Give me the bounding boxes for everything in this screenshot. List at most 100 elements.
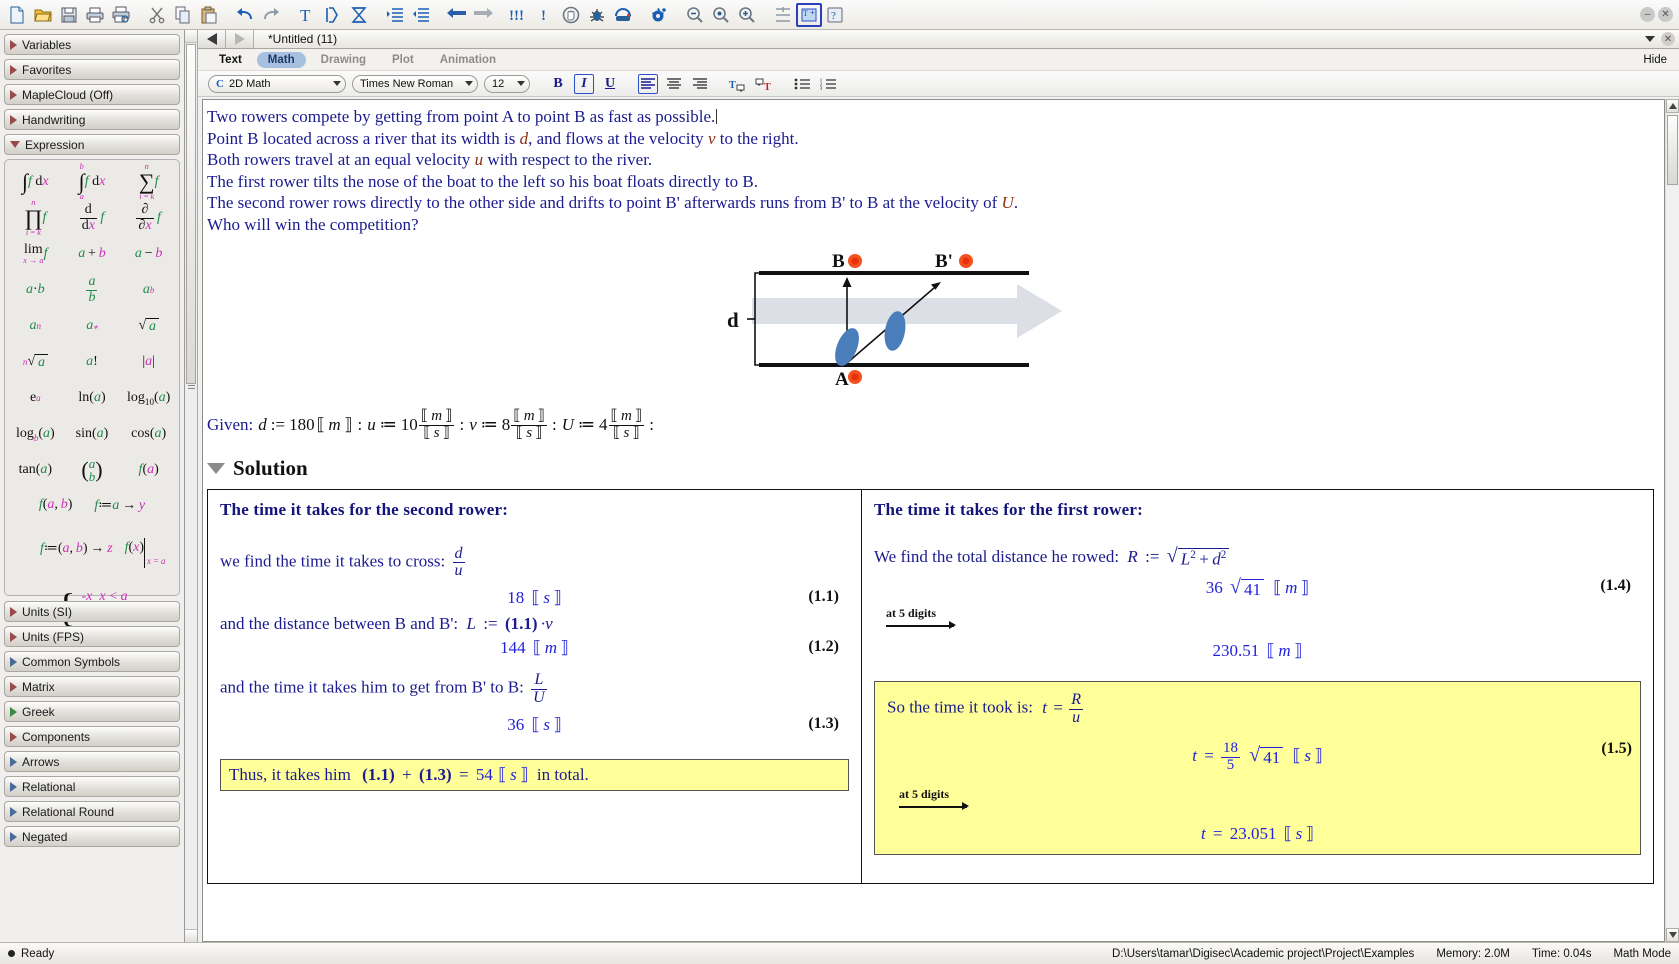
subscript-button[interactable]: T [754,74,774,94]
tab-animation[interactable]: Animation [429,52,507,68]
font-size-dropdown[interactable]: 12 [484,74,530,93]
minimize-button[interactable]: – [1640,7,1655,22]
palette-item-addition[interactable]: a + b [64,236,121,272]
table-icon[interactable] [770,2,796,28]
zoom-in-icon[interactable] [734,2,760,28]
align-left-button[interactable] [638,73,658,94]
section-collapse-triangle-icon[interactable] [207,462,225,474]
execute-all-icon[interactable]: !!! [506,2,532,28]
palette-section-matrix[interactable]: Matrix [4,676,180,697]
zoom-reset-icon[interactable] [708,2,734,28]
tab-forward-button[interactable] [226,30,254,48]
cut-scissors-icon[interactable] [144,2,170,28]
close-tab-icon[interactable]: ✕ [1661,32,1675,46]
palette-item-subscript[interactable]: an [7,308,64,344]
paste-icon[interactable] [196,2,222,28]
bold-button[interactable]: B [548,74,568,94]
palette-section-components[interactable]: Components [4,726,180,747]
palette-item-sine[interactable]: sin(a) [64,416,121,452]
hourglass-icon[interactable] [346,2,372,28]
new-document-icon[interactable] [4,2,30,28]
prompt-mode-icon[interactable] [320,2,346,28]
chevron-down-icon[interactable] [1645,36,1655,42]
palette-section-relational-round[interactable]: Relational Round [4,801,180,822]
interrupt-icon[interactable]: ! [532,2,558,28]
palette-section-maplecloud[interactable]: MapleCloud (Off) [4,84,180,105]
palette-item-binomial[interactable]: (a b) [64,452,121,488]
indent-in-icon[interactable] [382,2,408,28]
solution-section-header[interactable]: Solution [207,456,1654,481]
close-button[interactable]: ✕ [1658,7,1673,22]
tab-math[interactable]: Math [256,51,306,68]
palette-section-common-symbols[interactable]: Common Symbols [4,651,180,672]
second-rower-conclusion[interactable]: Thus, it takes him (1.1) + (1.3) = 54 ⟦ … [220,758,849,791]
palette-item-limit[interactable]: lim x → af [7,236,64,272]
palette-item-nth-root[interactable]: n √ a [7,344,64,380]
palette-item-tangent[interactable]: tan(a) [7,452,64,488]
tab-text[interactable]: Text [208,52,253,68]
palette-item-partial-derivative[interactable]: ∂ ∂x f [120,200,177,236]
palette-section-expression[interactable]: Expression [4,134,180,155]
palette-item-multiplication[interactable]: a · b [7,272,64,308]
print-preview-icon[interactable] [108,2,134,28]
ref-1-1[interactable]: (1.1) [362,765,395,784]
palette-item-function-row[interactable]: f(a, b) f≔a → y [7,488,177,522]
numbered-list-button[interactable]: 123 [818,74,838,94]
palette-item-function-of-a[interactable]: f(a) [120,452,177,488]
palette-item-summation[interactable]: n ∑ i = kf [120,162,177,201]
palette-section-relational[interactable]: Relational [4,776,180,797]
restart-icon[interactable] [610,2,636,28]
bullet-list-button[interactable] [792,74,812,94]
ref-1-1[interactable]: (1.1) [505,614,538,633]
given-assignments-line[interactable]: Given: d := 180 ⟦ m ⟧ : u ≔ 10 ⟦ m ⟧ ⟦ s [207,408,1654,442]
palette-section-units-fps[interactable]: Units (FPS) [4,626,180,647]
arrow-left-icon[interactable] [444,2,470,28]
underline-button[interactable]: U [600,74,620,94]
tab-back-button[interactable] [198,30,226,48]
ref-1-3[interactable]: (1.3) [419,765,452,784]
arrow-right-icon[interactable] [470,2,496,28]
second-rower-box[interactable]: The time it takes for the second rower: … [207,488,862,884]
tab-drawing[interactable]: Drawing [310,52,377,68]
undo-icon[interactable] [232,2,258,28]
first-rower-conclusion[interactable]: So the time it took is: t = R u t = 18 5… [874,681,1641,856]
palette-item-power[interactable]: ab [120,272,177,308]
palette-item-derivative[interactable]: d dx f [64,200,121,236]
worksheet-scrollbar[interactable] [1665,99,1679,942]
zoom-out-icon[interactable] [682,2,708,28]
palette-section-favorites[interactable]: Favorites [4,59,180,80]
scrollbar-thumb[interactable] [1667,115,1678,185]
palette-item-exponential[interactable]: ea [7,380,64,416]
palette-item-square-root[interactable]: √ a [120,308,177,344]
palette-item-log-base-b[interactable]: logb(a) [7,416,64,452]
palette-item-indefinite-integral[interactable]: ∫ f dx [7,164,64,200]
palette-section-arrows[interactable]: Arrows [4,751,180,772]
open-folder-icon[interactable] [30,2,56,28]
palette-scrollbar[interactable] [185,30,198,942]
palette-section-units-si[interactable]: Units (SI) [4,601,180,622]
palette-item-function-eval-row[interactable]: f≔(a, b) → z f(x) x = a [7,522,177,574]
indent-out-icon[interactable] [408,2,434,28]
print-icon[interactable] [82,2,108,28]
tab-plot[interactable]: Plot [381,52,425,68]
align-right-button[interactable] [690,74,710,94]
palette-section-greek[interactable]: Greek [4,701,180,722]
palette-item-natural-log[interactable]: ln(a) [64,380,121,416]
palette-item-subtraction[interactable]: a − b [120,236,177,272]
pan-hand-icon[interactable] [558,2,584,28]
scroll-up-button[interactable] [1666,99,1679,113]
font-family-dropdown[interactable]: Times New Roman [352,74,478,93]
settings-gear-icon[interactable] [646,2,672,28]
debug-icon[interactable] [584,2,610,28]
align-center-button[interactable] [664,74,684,94]
save-icon[interactable] [56,2,82,28]
italic-button[interactable]: I [574,73,594,94]
insert-plot-icon[interactable]: T + [796,2,822,27]
palette-item-log10[interactable]: log10(a) [120,380,177,416]
palette-item-absolute-value[interactable]: | a | [120,344,177,380]
first-rower-box[interactable]: The time it takes for the first rower: W… [862,488,1654,884]
palette-section-negated[interactable]: Negated [4,826,180,847]
palette-item-placeholder-sub[interactable]: a ⁎ [64,308,121,344]
palette-item-cosine[interactable]: cos(a) [120,416,177,452]
help-icon[interactable]: ? [822,2,848,28]
